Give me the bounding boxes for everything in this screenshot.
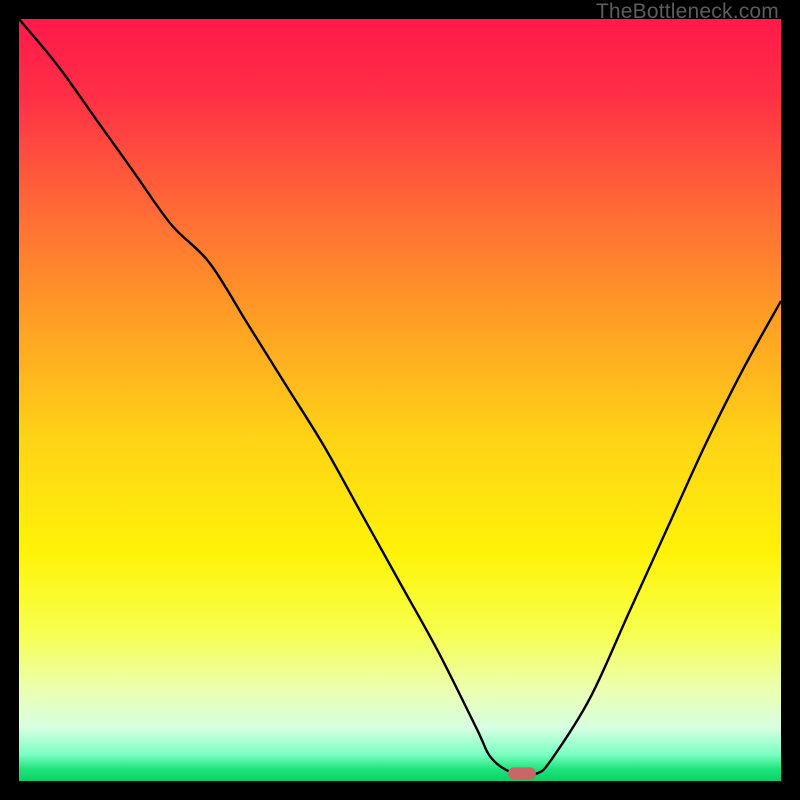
watermark-text: TheBottleneck.com — [596, 0, 779, 24]
chart-frame — [19, 19, 781, 781]
bottleneck-chart — [19, 19, 781, 781]
gradient-background — [19, 19, 781, 781]
optimum-marker — [508, 767, 536, 779]
